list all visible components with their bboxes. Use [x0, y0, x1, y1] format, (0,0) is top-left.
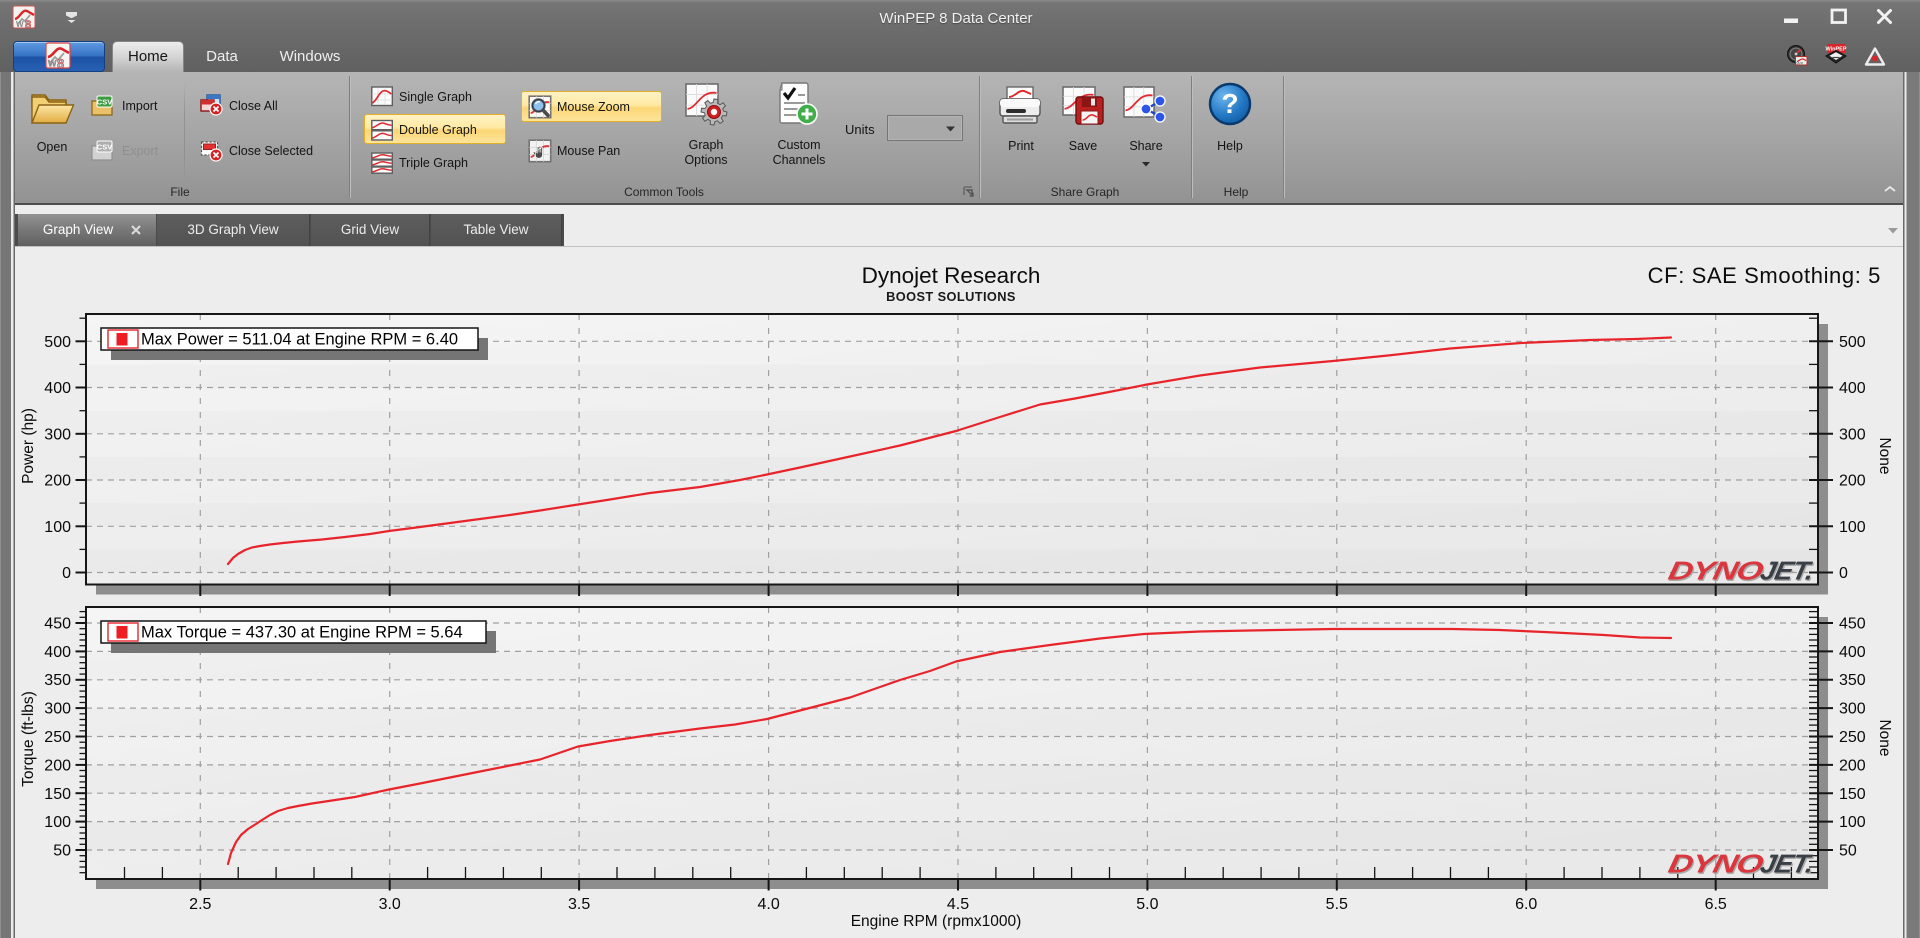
svg-text:400: 400: [1839, 380, 1866, 397]
svg-text:250: 250: [44, 729, 71, 746]
svg-text:BOOST SOLUTIONS: BOOST SOLUTIONS: [886, 289, 1016, 304]
svg-text:6.0: 6.0: [1515, 896, 1537, 913]
svg-text:2.5: 2.5: [189, 896, 211, 913]
svg-text:400: 400: [1839, 644, 1866, 661]
svg-text:350: 350: [1839, 672, 1866, 689]
svg-text:100: 100: [1839, 519, 1866, 536]
svg-text:JET.: JET.: [1758, 849, 1816, 879]
svg-text:200: 200: [1839, 757, 1866, 774]
svg-text:50: 50: [53, 843, 71, 860]
svg-text:4.0: 4.0: [757, 896, 779, 913]
svg-text:200: 200: [1839, 473, 1866, 490]
svg-text:450: 450: [44, 616, 71, 633]
svg-text:500: 500: [1839, 334, 1866, 351]
svg-text:Max Power = 511.04 at Engine R: Max Power = 511.04 at Engine RPM = 6.40: [141, 331, 458, 349]
svg-text:400: 400: [44, 644, 71, 661]
svg-text:300: 300: [1839, 701, 1866, 718]
svg-text:200: 200: [44, 757, 71, 774]
svg-text:CF: SAE Smoothing: 5: CF: SAE Smoothing: 5: [1648, 263, 1881, 288]
svg-text:100: 100: [1839, 814, 1866, 831]
svg-text:Torque (ft-lbs): Torque (ft-lbs): [20, 691, 37, 787]
svg-text:50: 50: [1839, 843, 1857, 860]
svg-text:300: 300: [1839, 426, 1866, 443]
svg-text:4.5: 4.5: [947, 896, 969, 913]
svg-text:150: 150: [1839, 786, 1866, 803]
svg-text:DYNO: DYNO: [1666, 556, 1766, 586]
svg-text:5.5: 5.5: [1326, 896, 1348, 913]
svg-text:Power (hp): Power (hp): [20, 408, 37, 484]
svg-text:5.0: 5.0: [1136, 896, 1158, 913]
svg-text:Engine RPM (rpmx1000): Engine RPM (rpmx1000): [851, 913, 1022, 930]
svg-text:3.0: 3.0: [379, 896, 401, 913]
svg-text:Dynojet Research: Dynojet Research: [862, 263, 1041, 288]
svg-text:0: 0: [62, 565, 71, 582]
svg-text:Max Torque = 437.30 at Engine: Max Torque = 437.30 at Engine RPM = 5.64: [141, 624, 463, 642]
svg-text:450: 450: [1839, 616, 1866, 633]
svg-text:400: 400: [44, 380, 71, 397]
svg-text:6.5: 6.5: [1705, 896, 1727, 913]
svg-text:350: 350: [44, 672, 71, 689]
svg-text:150: 150: [44, 786, 71, 803]
svg-text:100: 100: [44, 519, 71, 536]
svg-text:200: 200: [44, 473, 71, 490]
svg-text:None: None: [1876, 719, 1893, 756]
svg-text:JET.: JET.: [1758, 556, 1816, 586]
svg-text:500: 500: [44, 334, 71, 351]
svg-text:3.5: 3.5: [568, 896, 590, 913]
svg-text:300: 300: [44, 426, 71, 443]
svg-text:300: 300: [44, 701, 71, 718]
svg-text:250: 250: [1839, 729, 1866, 746]
svg-text:0: 0: [1839, 565, 1848, 582]
svg-text:None: None: [1876, 437, 1893, 474]
svg-text:100: 100: [44, 814, 71, 831]
svg-text:DYNO: DYNO: [1666, 849, 1766, 879]
